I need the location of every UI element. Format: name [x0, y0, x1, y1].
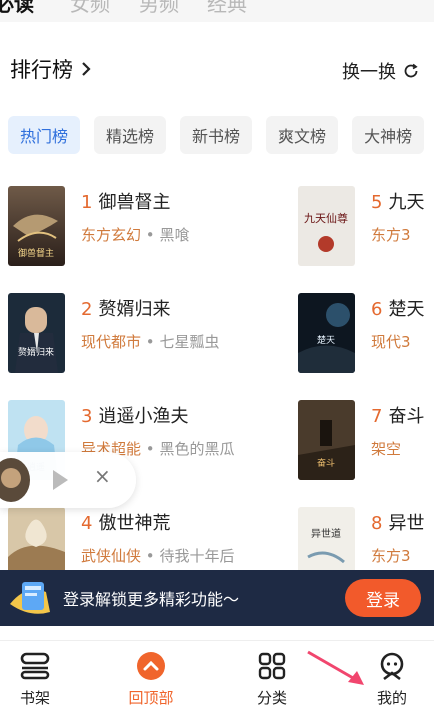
- tab-male[interactable]: 男频: [139, 0, 179, 17]
- profile-icon: [380, 652, 404, 681]
- rank-number: 8: [371, 513, 383, 534]
- nav-back-to-top[interactable]: 回顶部: [116, 651, 186, 708]
- rank-number: 4: [81, 513, 93, 534]
- login-button[interactable]: 登录: [345, 579, 421, 617]
- nav-bookshelf[interactable]: 书架: [0, 651, 70, 708]
- floating-player[interactable]: ×: [0, 452, 136, 508]
- book-cover: 楚天: [298, 293, 355, 373]
- annotation-arrow-icon: [307, 650, 364, 685]
- book-cover: 九天仙尊: [298, 186, 355, 266]
- ranking-header[interactable]: 排行榜: [10, 56, 93, 82]
- book-author: 黑喰: [159, 226, 190, 244]
- book-category: 东方3: [371, 226, 411, 244]
- book-title: 御兽督主: [98, 192, 171, 213]
- book-author: 黑色的黑瓜: [159, 440, 235, 458]
- book-cover: 奋斗: [298, 400, 355, 480]
- player-cover[interactable]: [0, 458, 30, 502]
- rank-number: 3: [81, 406, 93, 427]
- close-icon[interactable]: ×: [94, 464, 111, 488]
- channel-tabs: 必读 女频 男频 经典: [0, 0, 434, 22]
- tab-female[interactable]: 女频: [70, 0, 110, 17]
- book-category: 现代3: [371, 333, 411, 351]
- ranking-chips: 热门榜 精选榜 新书榜 爽文榜 大神榜: [8, 116, 434, 156]
- separator: •: [145, 226, 155, 244]
- book-title: 逍遥小渔夫: [98, 406, 189, 427]
- chip-new[interactable]: 新书榜: [180, 116, 253, 154]
- book-item[interactable]: 楚天 6 楚天 现代3: [298, 293, 424, 373]
- bookshelf-icon: [20, 652, 50, 680]
- gift-icon: [10, 582, 50, 614]
- chevron-right-icon: [82, 62, 91, 76]
- book-title: 楚天: [388, 299, 425, 320]
- nav-label: 回顶部: [128, 689, 174, 707]
- cover-title: 异世道: [311, 527, 341, 540]
- book-category: 东方3: [371, 547, 411, 565]
- back-to-top-icon: [137, 652, 165, 680]
- book-author: 七星瓢虫: [159, 333, 220, 351]
- rank-number: 1: [81, 192, 93, 213]
- book-title: 九天: [388, 192, 425, 213]
- rank-number: 2: [81, 299, 93, 320]
- book-category: 现代都市: [81, 333, 142, 351]
- book-cover: 赘婿归来: [8, 293, 65, 373]
- refresh-icon: [404, 63, 418, 78]
- book-item[interactable]: 赘婿归来 2 赘婿归来 现代都市 • 七星瓢虫: [8, 293, 219, 373]
- cover-title: 九天仙尊: [304, 211, 348, 225]
- rank-number: 7: [371, 406, 383, 427]
- chip-master[interactable]: 大神榜: [352, 116, 425, 154]
- book-category: 武侠仙侠: [81, 547, 142, 565]
- book-title: 赘婿归来: [98, 299, 171, 320]
- login-promo-text: 登录解锁更多精彩功能～: [63, 590, 240, 609]
- tab-classic[interactable]: 经典: [207, 0, 247, 17]
- ranking-title: 排行榜: [10, 58, 73, 82]
- category-grid-icon: [258, 652, 286, 680]
- rank-number: 6: [371, 299, 383, 320]
- book-author: 待我十年后: [159, 547, 235, 565]
- book-item[interactable]: 九天仙尊 5 九天 东方3: [298, 186, 424, 266]
- cover-title: 御兽督主: [18, 247, 54, 259]
- tab-must-read[interactable]: 必读: [0, 0, 34, 17]
- cover-title: 楚天: [317, 334, 335, 346]
- login-banner: 登录解锁更多精彩功能～ 登录: [0, 570, 434, 626]
- book-title: 傲世神荒: [98, 513, 171, 534]
- play-icon[interactable]: [50, 468, 70, 492]
- ranking-card: 排行榜 换一换 热门榜 精选榜 新书榜 爽文榜 大神榜 御兽督主 1 御兽督主 东…: [0, 22, 434, 640]
- book-category: 东方玄幻: [81, 226, 142, 244]
- swap-label: 换一换: [342, 62, 396, 83]
- book-category: 架空: [371, 440, 402, 458]
- separator: •: [145, 440, 155, 458]
- chip-featured[interactable]: 精选榜: [94, 116, 167, 154]
- separator: •: [145, 547, 155, 565]
- book-title: 异世: [388, 513, 425, 534]
- rank-number: 5: [371, 192, 383, 213]
- book-item[interactable]: 奋斗 7 奋斗 架空: [298, 400, 424, 480]
- cover-title: 赘婿归来: [18, 346, 54, 358]
- book-cover: 御兽督主: [8, 186, 65, 266]
- book-item[interactable]: 御兽督主 1 御兽督主 东方玄幻 • 黑喰: [8, 186, 189, 266]
- chip-hot[interactable]: 热门榜: [8, 116, 81, 154]
- nav-category[interactable]: 分类: [237, 651, 307, 708]
- nav-label: 书架: [19, 689, 50, 707]
- nav-label: 分类: [256, 689, 287, 707]
- swap-button[interactable]: 换一换: [342, 58, 420, 84]
- separator: •: [145, 333, 155, 351]
- cover-title: 奋斗: [317, 457, 335, 469]
- book-title: 奋斗: [388, 406, 425, 427]
- chip-thrill[interactable]: 爽文榜: [266, 116, 339, 154]
